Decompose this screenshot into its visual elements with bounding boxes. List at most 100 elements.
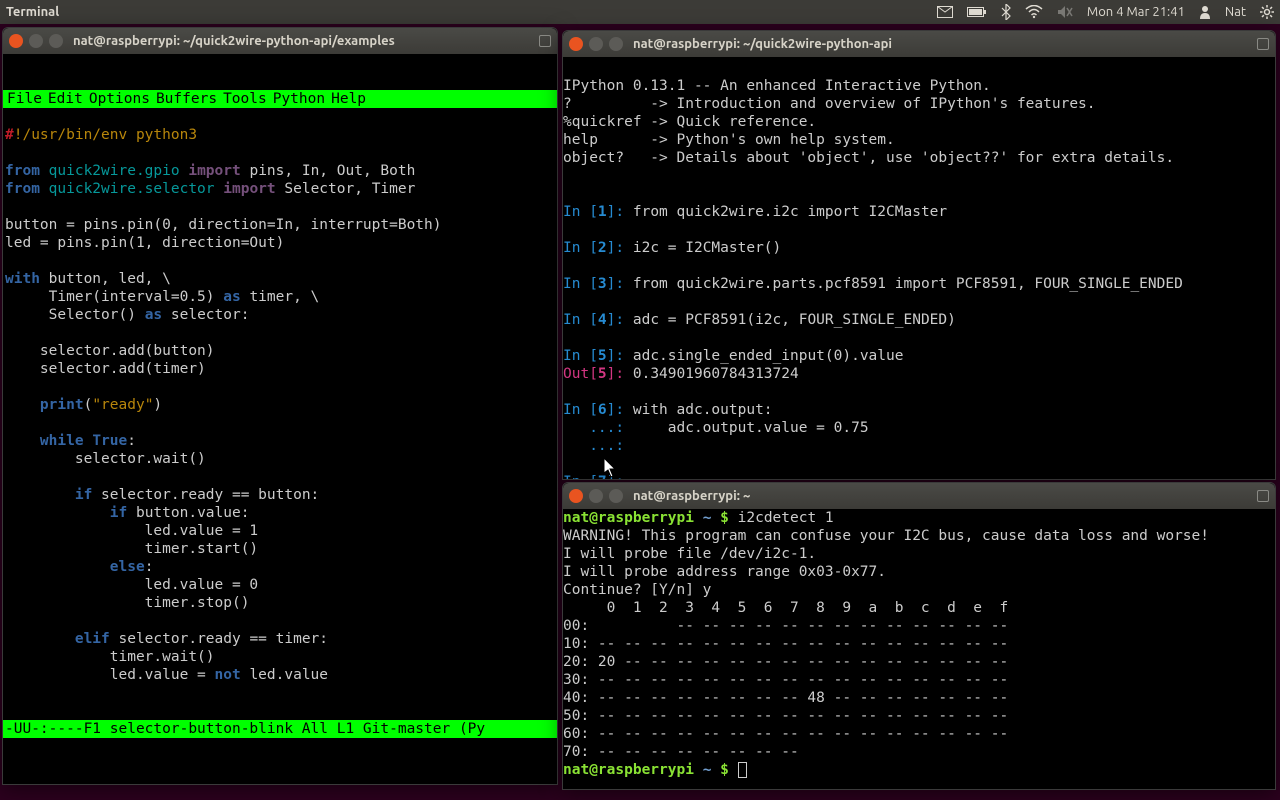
shebang-hash: #	[5, 127, 14, 143]
emacs-menubar[interactable]: File Edit Options Buffers Tools Python H…	[3, 90, 557, 108]
ipy-line: In [1]: from quick2wire.i2c import I2CMa…	[563, 185, 1275, 479]
code-line: button, led, \	[40, 271, 171, 287]
mail-icon[interactable]	[937, 6, 953, 18]
code-line: button = pins.pin(0, direction=In, inter…	[5, 217, 442, 233]
cursor	[738, 762, 747, 778]
window-menu-icon[interactable]	[1257, 38, 1269, 50]
top-panel: Terminal Mon 4 Mar 21:41 Nat	[0, 0, 1280, 24]
code-line: timer.start()	[5, 541, 258, 557]
menu-tools[interactable]: Tools	[221, 90, 269, 108]
code-line: led.value = 1	[5, 523, 258, 539]
terminal-window-emacs[interactable]: nat@raspberrypi: ~/quick2wire-python-api…	[2, 27, 558, 785]
terminal-window-ipython[interactable]: nat@raspberrypi: ~/quick2wire-python-api…	[562, 30, 1276, 480]
sh-output: 00: -- -- -- -- -- -- -- -- -- -- -- -- …	[563, 618, 1008, 634]
string: "ready"	[92, 397, 153, 413]
kw-import: import	[223, 181, 275, 197]
titlebar-ipython[interactable]: nat@raspberrypi: ~/quick2wire-python-api	[563, 31, 1275, 57]
sh-output: 30: -- -- -- -- -- -- -- -- -- -- -- -- …	[563, 672, 1008, 688]
sh-output: I will probe file /dev/i2c-1.	[563, 546, 816, 562]
sh-path: ~	[703, 762, 712, 778]
code-line: )	[153, 397, 162, 413]
titlebar-shell[interactable]: nat@raspberrypi: ~	[563, 483, 1275, 509]
kw-if: if	[75, 487, 92, 503]
volume-icon[interactable]	[1057, 5, 1073, 19]
emacs-buffer[interactable]: File Edit Options Buffers Tools Python H…	[3, 54, 557, 784]
code-line	[5, 631, 75, 647]
code-line: timer, \	[241, 289, 320, 305]
shell-area[interactable]: nat@raspberrypi ~ $ i2cdetect 1 WARNING!…	[563, 509, 1275, 789]
emacs-modeline: -UU-:----F1 selector-button-blink All L1…	[3, 720, 557, 738]
code-line: selector.wait()	[5, 451, 206, 467]
gear-icon[interactable]	[1260, 5, 1274, 19]
sh-output: 50: -- -- -- -- -- -- -- -- -- -- -- -- …	[563, 708, 1008, 724]
kw-from: from	[5, 163, 40, 179]
menu-file[interactable]: File	[5, 90, 44, 108]
code-line: led = pins.pin(1, direction=Out)	[5, 235, 284, 251]
sh-path: ~	[703, 510, 712, 526]
active-app-label: Terminal	[6, 5, 59, 19]
minimize-icon[interactable]	[29, 34, 43, 48]
user-icon[interactable]	[1199, 5, 1211, 19]
kw-from: from	[5, 181, 40, 197]
maximize-icon[interactable]	[609, 37, 623, 51]
kw-else: else	[110, 559, 145, 575]
sh-host: nat@raspberrypi	[563, 762, 694, 778]
kw-import: import	[188, 163, 240, 179]
menu-help[interactable]: Help	[329, 90, 368, 108]
code-line: Timer(interval=0.5)	[5, 289, 223, 305]
sh-command: i2cdetect 1	[738, 510, 834, 526]
kw-print: print	[40, 397, 84, 413]
module2: quick2wire.selector	[49, 181, 215, 197]
battery-icon[interactable]	[967, 6, 987, 18]
terminal-window-shell[interactable]: nat@raspberrypi: ~ nat@raspberrypi ~ $ i…	[562, 482, 1276, 790]
sh-output: 20: 20 -- -- -- -- -- -- -- -- -- -- -- …	[563, 654, 1008, 670]
imports1: pins, In, Out, Both	[249, 163, 415, 179]
code-line: timer.stop()	[5, 595, 249, 611]
close-icon[interactable]	[569, 37, 583, 51]
code-line: timer.wait()	[5, 649, 215, 665]
close-icon[interactable]	[569, 489, 583, 503]
code-line: selector:	[162, 307, 249, 323]
code-line: Selector()	[5, 307, 145, 323]
kw-elif: elif	[75, 631, 110, 647]
sh-output: Continue? [Y/n] y	[563, 582, 711, 598]
code-line	[5, 433, 40, 449]
sh-output: I will probe address range 0x03-0x77.	[563, 564, 886, 580]
kw-while: while	[40, 433, 84, 449]
code-line	[5, 487, 75, 503]
sh-host: nat@raspberrypi	[563, 510, 694, 526]
ipython-area[interactable]: IPython 0.13.1 -- An enhanced Interactiv…	[563, 57, 1275, 479]
code-line: led.value =	[5, 667, 215, 683]
maximize-icon[interactable]	[49, 34, 63, 48]
window-title: nat@raspberrypi: ~/quick2wire-python-api	[633, 37, 892, 51]
code-line: led.value	[241, 667, 328, 683]
titlebar-emacs[interactable]: nat@raspberrypi: ~/quick2wire-python-api…	[3, 28, 557, 54]
close-icon[interactable]	[9, 34, 23, 48]
user-label[interactable]: Nat	[1225, 5, 1246, 19]
clock-label[interactable]: Mon 4 Mar 21:41	[1087, 5, 1185, 19]
bluetooth-icon[interactable]	[1001, 4, 1011, 20]
minimize-icon[interactable]	[589, 37, 603, 51]
code-line: (	[84, 397, 93, 413]
code-line: selector.add(timer)	[5, 361, 206, 377]
menu-python[interactable]: Python	[271, 90, 327, 108]
module1: quick2wire.gpio	[49, 163, 180, 179]
code-area[interactable]: #!/usr/bin/env python3 from quick2wire.g…	[3, 126, 557, 684]
window-title: nat@raspberrypi: ~	[633, 489, 750, 503]
minimize-icon[interactable]	[589, 489, 603, 503]
window-menu-icon[interactable]	[539, 35, 551, 47]
code-line: selector.ready == timer:	[110, 631, 328, 647]
menu-buffers[interactable]: Buffers	[154, 90, 219, 108]
wifi-icon[interactable]	[1025, 5, 1043, 19]
menu-options[interactable]: Options	[87, 90, 152, 108]
maximize-icon[interactable]	[609, 489, 623, 503]
sh-output: 10: -- -- -- -- -- -- -- -- -- -- -- -- …	[563, 636, 1008, 652]
code-line: :	[127, 433, 136, 449]
kw-not: not	[215, 667, 241, 683]
code-line: :	[145, 559, 154, 575]
kw-as: as	[145, 307, 162, 323]
kw-if: if	[110, 505, 127, 521]
window-menu-icon[interactable]	[1257, 490, 1269, 502]
code-line	[5, 505, 110, 521]
menu-edit[interactable]: Edit	[46, 90, 85, 108]
